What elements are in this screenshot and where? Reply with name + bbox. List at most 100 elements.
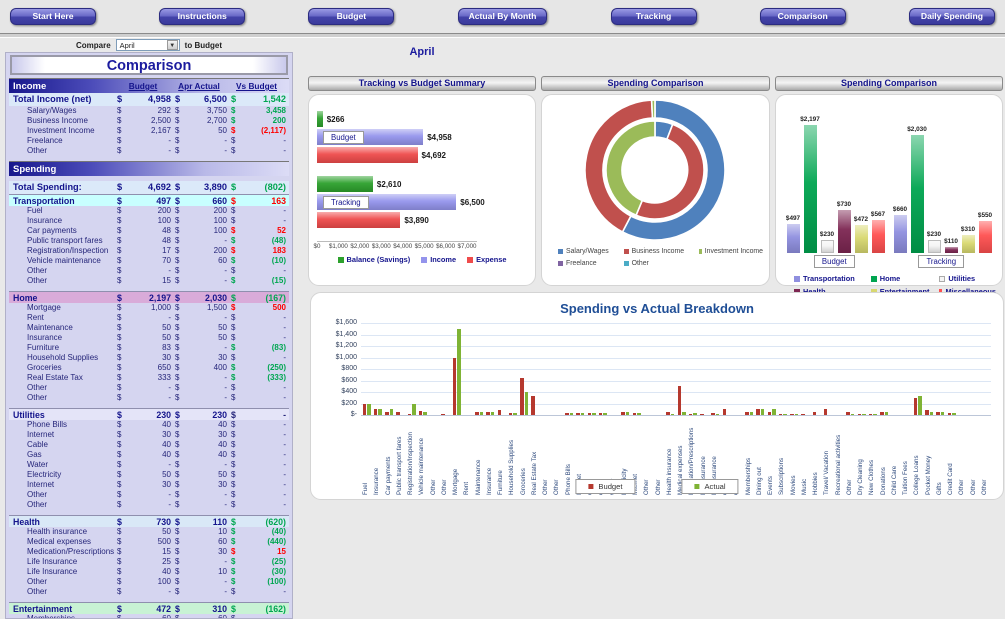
table-row: Public transport fares $48 $ - $ (48) [27,236,286,245]
y-tick: $200 [341,399,357,407]
category-slot-water [609,323,620,415]
chevron-down-icon[interactable]: ▼ [166,40,178,50]
nav-button-comparison[interactable]: Comparison [759,8,846,25]
bar-value-label: $472 [853,216,869,224]
nav-button-instructions[interactable]: Instructions [159,8,246,25]
category-slot-travel-vacation [822,323,833,415]
category-slot-internet [631,323,642,415]
table-row: Salary/Wages $292 $3,750 $3,458 [27,106,286,115]
y-tick: $1,600 [335,319,357,326]
nav-button-daily-spending[interactable]: Daily Spending [908,8,995,25]
nav-button-budget[interactable]: Budget [308,8,395,25]
table-row: Gas $40 $40 $ - [27,450,286,459]
bar-actual [850,414,855,415]
table-row: Business Income $2,500 $2,700 $200 [27,116,286,125]
nav-button-start-here[interactable]: Start Here [10,8,96,25]
bar-actual [749,411,754,415]
category-header-entertainment: Entertainment $472 $310 $ (162) [9,602,289,614]
legend-swatch [694,484,700,489]
x-tick: $5,000 [414,243,434,250]
bar-budget [947,413,952,415]
bar-group-tracking: $660 $2,030 $230 $110 $310 $550 [893,101,993,253]
bar-expense [317,147,418,163]
x-tick: $6,000 [436,243,456,250]
category-slot-memberships [744,323,755,415]
bar-budget [868,413,873,415]
bar-budget [576,413,580,415]
legend-item-expense: Expense [467,255,506,264]
bar-actual [952,413,956,415]
category-label: Memberships [744,457,752,495]
compare-suffix: to Budget [184,40,222,50]
bar-value-label: $567 [870,210,886,218]
category-slot-other [429,323,440,415]
bar-budget [598,412,603,415]
bar-budget [362,403,367,415]
legend-swatch [794,275,800,282]
category-label: Household Supplies [508,439,516,495]
bar-budget [632,413,637,415]
table-row: Cable $40 $40 $ - [27,440,286,449]
table-row: Maintenance $50 $50 $ - [27,323,286,332]
bar-miscellaneous [871,219,885,253]
category-slot-events [766,323,777,415]
nav-button-tracking[interactable]: Tracking [610,8,697,25]
category-label: Subscriptions [778,457,786,495]
month-dropdown-value: April [119,40,135,50]
bar-budget [880,411,884,415]
category-slot-internet [575,323,586,415]
category-label: Registration/Inspection [407,432,415,495]
category-slot-credit-card [946,323,957,415]
bar-balance-savings [317,111,323,127]
month-dropdown[interactable]: April ▼ [115,39,180,51]
donut-segment-investment-income [650,99,656,119]
table-row: Life Insurance $25 $ - $ (25) [27,557,286,566]
bar-home [803,124,817,253]
bar-budget [621,412,625,415]
legend-swatch [421,256,428,263]
category-slot-fuel [361,323,372,415]
category-slot-real-estate-tax [530,323,541,415]
legend-item-transportation: Transportation [794,274,871,283]
category-slot-other [654,323,665,415]
bar-budget [700,413,704,415]
legend-item-income: Income [421,255,456,264]
category-label: Other [542,479,550,495]
bar-actual [884,412,889,415]
group-label-budget: Budget [813,255,855,268]
category-slot-other [845,323,856,415]
bar-value-label: $497 [785,215,801,223]
nav-button-actual-by-month[interactable]: Actual By Month [457,8,548,25]
summary-chart-card: $266 $4,958 $4,692 Budget $2,610 $6,500 $3,890… [308,94,536,286]
category-label: Furniture [497,470,505,495]
bar-budget [688,414,693,415]
table-row: Registration/Inspection $17 $200 $183 [27,246,286,255]
category-slot-maintenance [474,323,485,415]
bar-actual [603,412,607,415]
bar-budget [711,412,715,415]
category-slot-public-transport-fares [395,323,406,415]
category-label: Insurance [485,467,493,495]
table-row: Total Income (net) $4,958 $6,500 $1,542 [9,93,289,106]
category-label: Dining out [755,467,763,495]
breakdown-chart-card: Spending vs Actual Breakdown $- $200 $400 $… [310,292,1004,500]
table-row: Other $ - $ - $ - [27,393,286,402]
table-row: Real Estate Tax $333 $ - $ (333) [27,373,286,382]
bar-balance-savings [317,176,373,192]
bar-miscellaneous [978,220,992,253]
group-label-tracking: Tracking [323,196,369,209]
bar-value-label: $230 [926,230,942,238]
category-slot-phone-bills [564,323,575,415]
bar-budget [486,412,490,415]
bar-budget [857,414,862,415]
table-row: Water $ - $ - $ - [27,460,286,469]
legend-item-utilities: Utilities [939,274,996,283]
donut-legend: Salary/Wages Business Income Investment In… [548,248,763,267]
donut-chart: Salary/Wages Business Income Investment In… [542,95,769,271]
bar-budget [756,409,760,415]
category-label: Mortgage [452,468,460,495]
table-row: Rent $ - $ - $ - [27,313,286,322]
bar-utilities [820,239,834,253]
category-label: Other [845,479,853,495]
category-label: Travel/ Vacation [823,450,831,495]
